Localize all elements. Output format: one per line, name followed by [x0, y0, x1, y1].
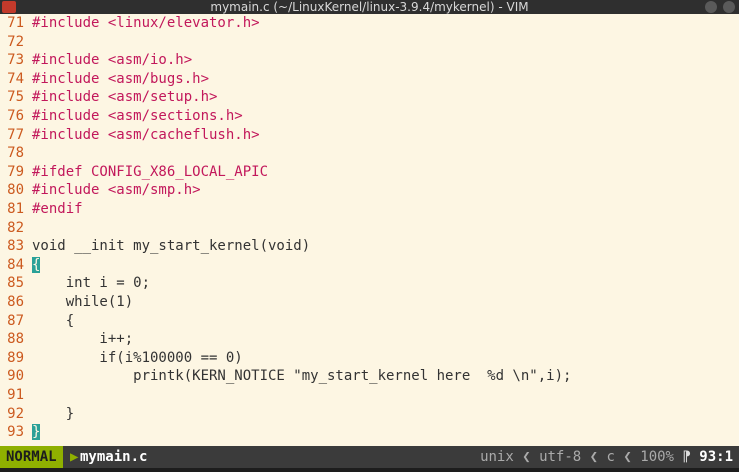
line-number: 79	[7, 163, 24, 180]
code-line: 80 #include <asm/smp.h>	[0, 181, 201, 200]
line-number: 72	[7, 33, 24, 50]
line-text: void __init my_start_kernel(void)	[32, 238, 311, 255]
separator-arrow-icon: ▶	[70, 449, 79, 465]
line-text: #include <asm/smp.h>	[32, 182, 201, 199]
line-number: 86	[7, 294, 24, 310]
status-percent: 100%	[640, 449, 674, 465]
status-line: NORMAL ▶ mymain.c unix ❮ utf-8 ❮ c ❮ 100…	[0, 446, 739, 468]
matching-brace-close: }	[32, 424, 41, 441]
mode-indicator: NORMAL	[0, 446, 63, 468]
line-number: 87	[7, 312, 24, 329]
status-filetype: c	[606, 449, 615, 465]
line-text: if(i%100000 == 0)	[32, 349, 243, 366]
code-line: 77 #include <asm/cacheflush.h>	[0, 126, 260, 145]
line-number: 85	[7, 275, 24, 292]
line-number: 73	[7, 52, 24, 69]
line-number: 71	[7, 15, 24, 31]
line-text: #include <asm/setup.h>	[32, 89, 218, 106]
line-number: 75	[7, 89, 24, 106]
line-text: #include <asm/bugs.h>	[32, 70, 210, 87]
line-text: {	[32, 312, 75, 329]
status-filename: mymain.c	[80, 449, 148, 465]
code-line: 81 #endif	[0, 200, 83, 219]
window-title: mymain.c (~/LinuxKernel/linux-3.9.4/myke…	[210, 0, 529, 14]
code-line: 82	[0, 219, 32, 238]
line-number: 77	[7, 126, 24, 143]
code-line: 83 void __init my_start_kernel(void)	[0, 237, 310, 256]
editor-area[interactable]: 71 #include <linux/elevator.h> 72 73 #incl…	[0, 14, 739, 446]
line-text: #ifdef CONFIG_X86_LOCAL_APIC	[32, 163, 269, 180]
line-number: 81	[7, 201, 24, 217]
code-line: 72	[0, 33, 32, 52]
code-line: 88 i++;	[0, 330, 133, 349]
line-number: 92	[7, 405, 24, 422]
close-button[interactable]	[723, 1, 735, 13]
line-number: 78	[7, 145, 24, 162]
line-text: #include <asm/cacheflush.h>	[32, 126, 260, 143]
line-text: }	[32, 405, 75, 422]
line-text: #include <linux/elevator.h>	[32, 15, 260, 31]
line-text: i++;	[32, 331, 134, 348]
status-position: 93:1	[699, 449, 733, 465]
code-line: 75 #include <asm/setup.h>	[0, 88, 217, 107]
title-bar: mymain.c (~/LinuxKernel/linux-3.9.4/myke…	[0, 0, 739, 14]
minimize-button[interactable]	[705, 1, 717, 13]
code-line: 76 #include <asm/sections.h>	[0, 107, 243, 126]
line-number: 80	[7, 182, 24, 199]
line-number: 91	[7, 387, 24, 403]
line-text: printk(KERN_NOTICE "my_start_kernel here…	[32, 368, 572, 385]
separator-chevron-icon: ❮	[522, 449, 540, 465]
status-encoding: utf-8	[539, 449, 582, 465]
code-line: 73 #include <asm/io.h>	[0, 51, 192, 70]
line-text: #endif	[32, 201, 83, 217]
line-number-icon: ⁋	[682, 449, 700, 465]
separator-chevron-icon: ❮	[589, 449, 607, 465]
line-number: 76	[7, 108, 24, 124]
code-line: 74 #include <asm/bugs.h>	[0, 70, 209, 89]
line-number: 93	[7, 424, 24, 441]
line-number: 84	[7, 256, 24, 273]
line-text: int i = 0;	[32, 275, 151, 292]
line-text: #include <asm/io.h>	[32, 52, 193, 69]
line-text: #include <asm/sections.h>	[32, 108, 243, 124]
code-line: 78	[0, 144, 32, 163]
status-fileformat: unix	[480, 449, 514, 465]
line-number: 83	[7, 238, 24, 255]
code-line: 79 #ifdef CONFIG_X86_LOCAL_APIC	[0, 163, 268, 182]
code-line: 89 if(i%100000 == 0)	[0, 349, 243, 368]
code-line: 92 }	[0, 405, 74, 424]
code-line: 86 while(1)	[0, 293, 133, 312]
line-number: 88	[7, 331, 24, 348]
status-right: unix ❮ utf-8 ❮ c ❮ 100% ⁋ 93:1	[480, 446, 733, 468]
code-line: 71 #include <linux/elevator.h>	[0, 14, 260, 33]
line-number: 74	[7, 70, 24, 87]
line-text: while(1)	[32, 294, 134, 310]
code-line: 84 {	[0, 256, 41, 275]
code-line: 87 {	[0, 312, 74, 331]
code-line: 90 printk(KERN_NOTICE "my_start_kernel h…	[0, 367, 571, 386]
matching-brace-open: {	[32, 256, 41, 273]
code-line: 85 int i = 0;	[0, 274, 150, 293]
code-line: 91	[0, 386, 32, 405]
line-number: 90	[7, 368, 24, 385]
line-number: 89	[7, 349, 24, 366]
command-line[interactable]	[0, 468, 739, 472]
separator-chevron-icon: ❮	[623, 449, 641, 465]
code-line: 93}	[0, 423, 41, 442]
line-number: 82	[7, 219, 24, 236]
